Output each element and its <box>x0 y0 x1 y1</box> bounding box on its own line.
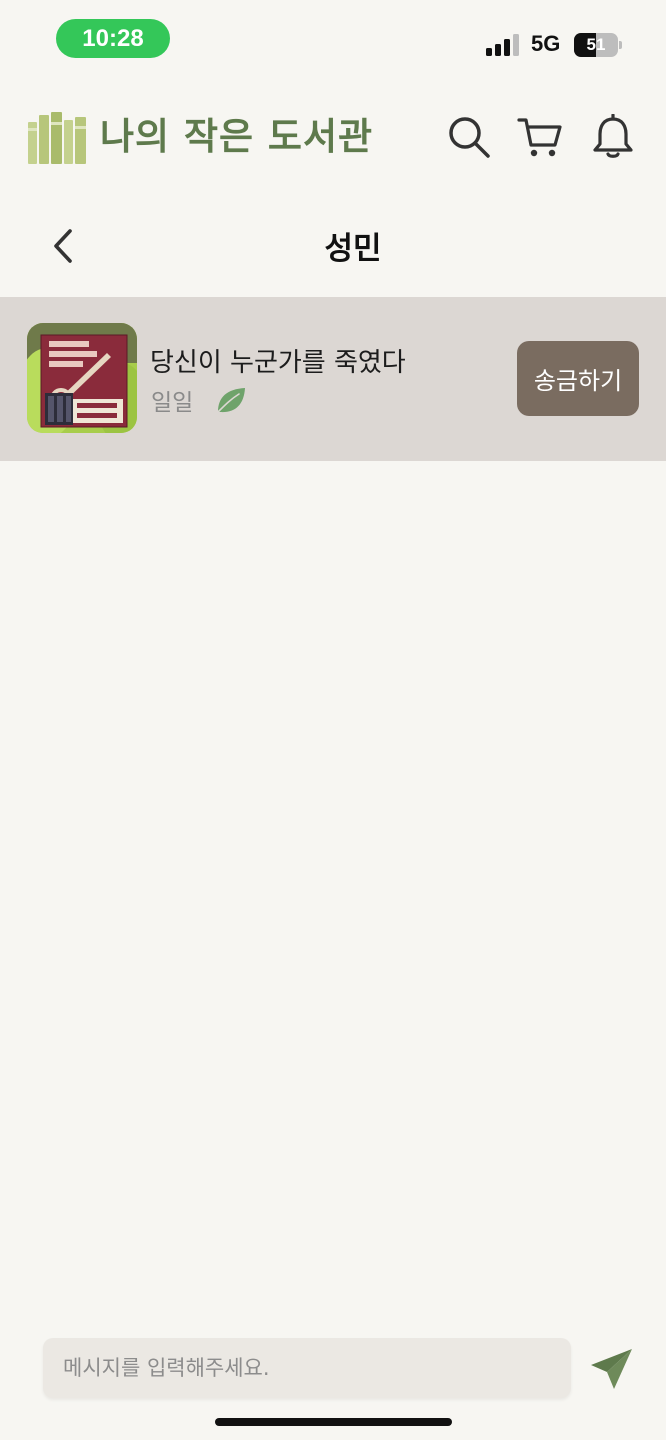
status-bar: 10:28 5G 51 <box>0 0 666 80</box>
cart-icon[interactable] <box>517 114 563 160</box>
app-title[interactable]: 나의 작은 도서관 <box>100 112 373 162</box>
book-cover-image[interactable] <box>27 323 137 433</box>
seller-name: 일일 <box>151 390 194 416</box>
signal-icon <box>486 34 519 56</box>
status-time: 10:28 <box>56 19 170 58</box>
product-banner[interactable]: 당신이 누군가를 죽였다 일일 송금하기 <box>0 297 666 461</box>
product-title[interactable]: 당신이 누군가를 죽였다 <box>150 342 406 379</box>
message-composer <box>43 1338 571 1398</box>
search-icon[interactable] <box>446 114 492 160</box>
nav-bar: 성민 <box>0 205 666 285</box>
bookshelf-logo-icon <box>28 112 86 164</box>
battery-level: 51 <box>586 35 606 54</box>
app-header: 나의 작은 도서관 <box>0 100 666 180</box>
bell-icon[interactable] <box>590 114 636 160</box>
chat-partner-name: 성민 <box>324 231 382 267</box>
battery-icon: 51 <box>574 33 622 57</box>
product-meta: 일일 <box>151 383 247 417</box>
send-icon[interactable] <box>588 1346 634 1392</box>
network-type: 5G <box>531 31 561 56</box>
transfer-money-button[interactable]: 송금하기 <box>517 341 639 416</box>
leaf-icon <box>217 388 246 413</box>
home-indicator[interactable] <box>215 1418 452 1426</box>
message-input[interactable] <box>43 1338 571 1398</box>
